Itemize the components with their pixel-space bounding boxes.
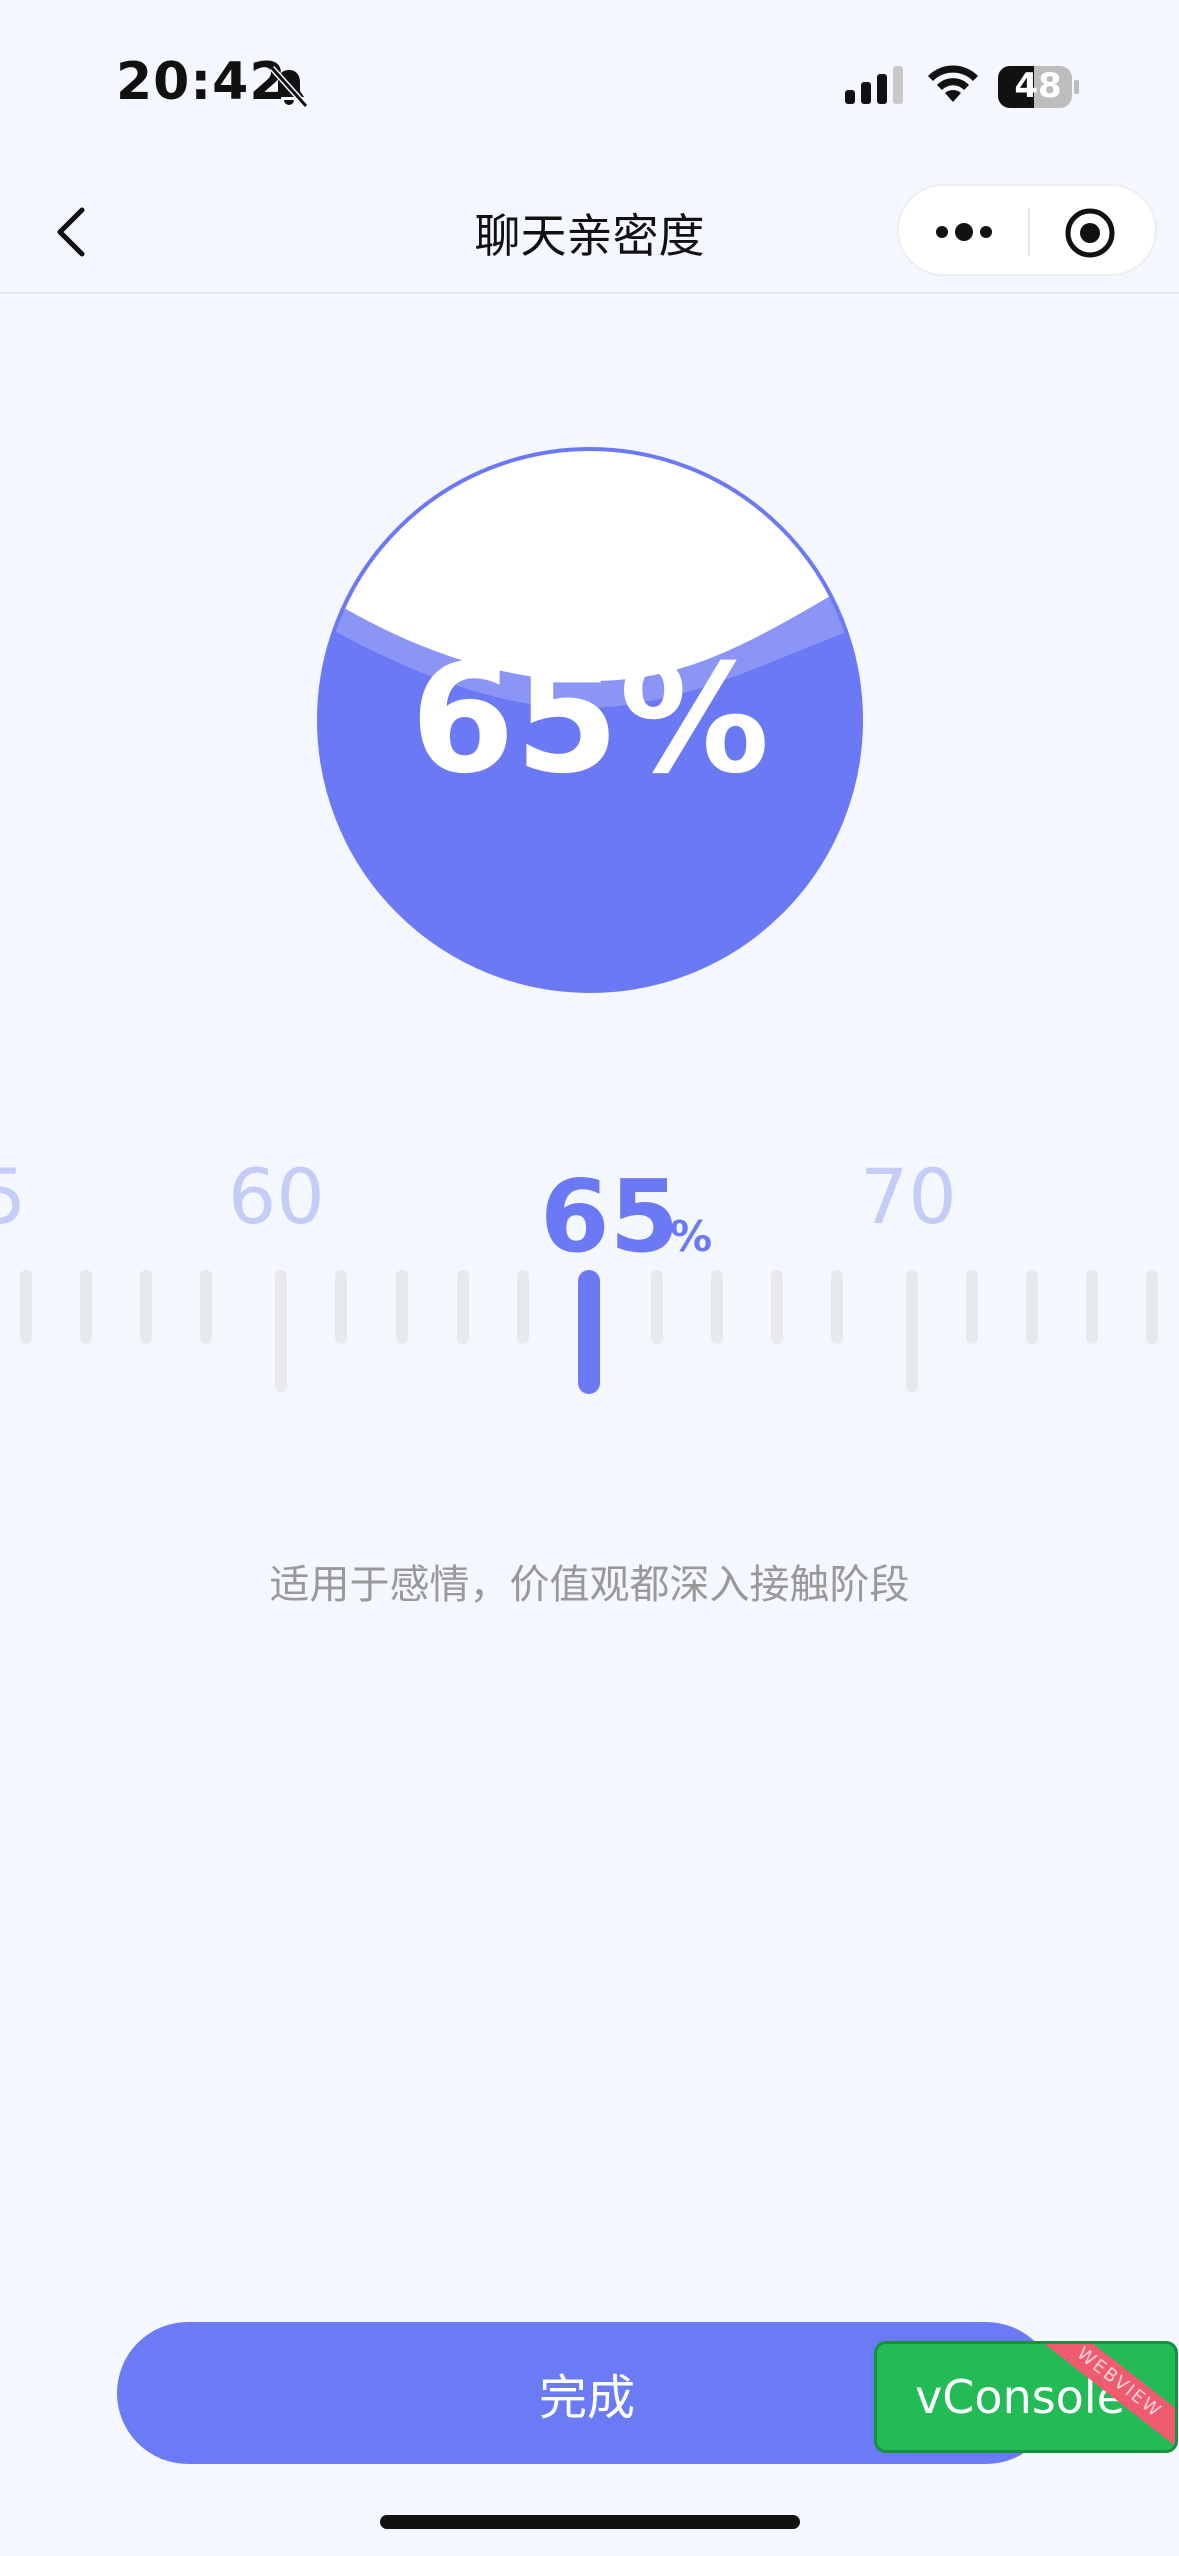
ruler-tick [20, 1270, 32, 1344]
status-bar: 20:42 48 [0, 0, 1179, 170]
ruler-tick [771, 1270, 783, 1344]
ruler-tick-major [906, 1270, 918, 1392]
ruler-tick [335, 1270, 347, 1344]
ruler-tick-major [275, 1270, 287, 1392]
gauge-percent-text: 65% [410, 633, 770, 807]
ruler-label-edge: 5 [0, 1152, 27, 1241]
target-icon[interactable] [1063, 206, 1117, 260]
status-time: 20:42 [116, 52, 287, 112]
ruler-tick [517, 1270, 529, 1344]
ruler-tick [831, 1270, 843, 1344]
battery-level: 48 [1014, 66, 1062, 106]
ruler-tick [200, 1270, 212, 1344]
capsule-divider [1028, 208, 1030, 256]
ruler-tick [711, 1270, 723, 1344]
ruler-tick [1146, 1270, 1158, 1344]
ruler-tick [80, 1270, 92, 1344]
ruler-current-unit: % [670, 1212, 713, 1261]
ruler-indicator[interactable] [578, 1270, 600, 1394]
ruler-tick [1086, 1270, 1098, 1344]
done-button-label: 完成 [538, 2370, 635, 2426]
ruler-tick [140, 1270, 152, 1344]
bell-muted-icon [269, 65, 309, 109]
wifi-icon [928, 65, 978, 102]
ruler-current-value: 65 [540, 1158, 680, 1275]
ruler-tick [651, 1270, 663, 1344]
ruler-label-60: 60 [228, 1152, 325, 1241]
mini-program-capsule [897, 184, 1157, 276]
more-dots-icon[interactable] [933, 210, 995, 254]
ruler-label-70: 70 [860, 1152, 957, 1241]
description-text: 适用于感情，价值观都深入接触阶段 [269, 1562, 910, 1608]
cellular-signal-icon [845, 66, 903, 104]
home-indicator [380, 2515, 800, 2529]
ruler-tick [1026, 1270, 1038, 1344]
ruler-tick [396, 1270, 408, 1344]
nav-bar: 聊天亲密度 [0, 170, 1179, 294]
vconsole-button[interactable]: vConsole WEBVIEW [874, 2341, 1178, 2453]
ruler-tick [457, 1270, 469, 1344]
ruler-tick [966, 1270, 978, 1344]
intimacy-ruler[interactable]: 5 60 70 65 % [0, 1140, 1179, 1420]
